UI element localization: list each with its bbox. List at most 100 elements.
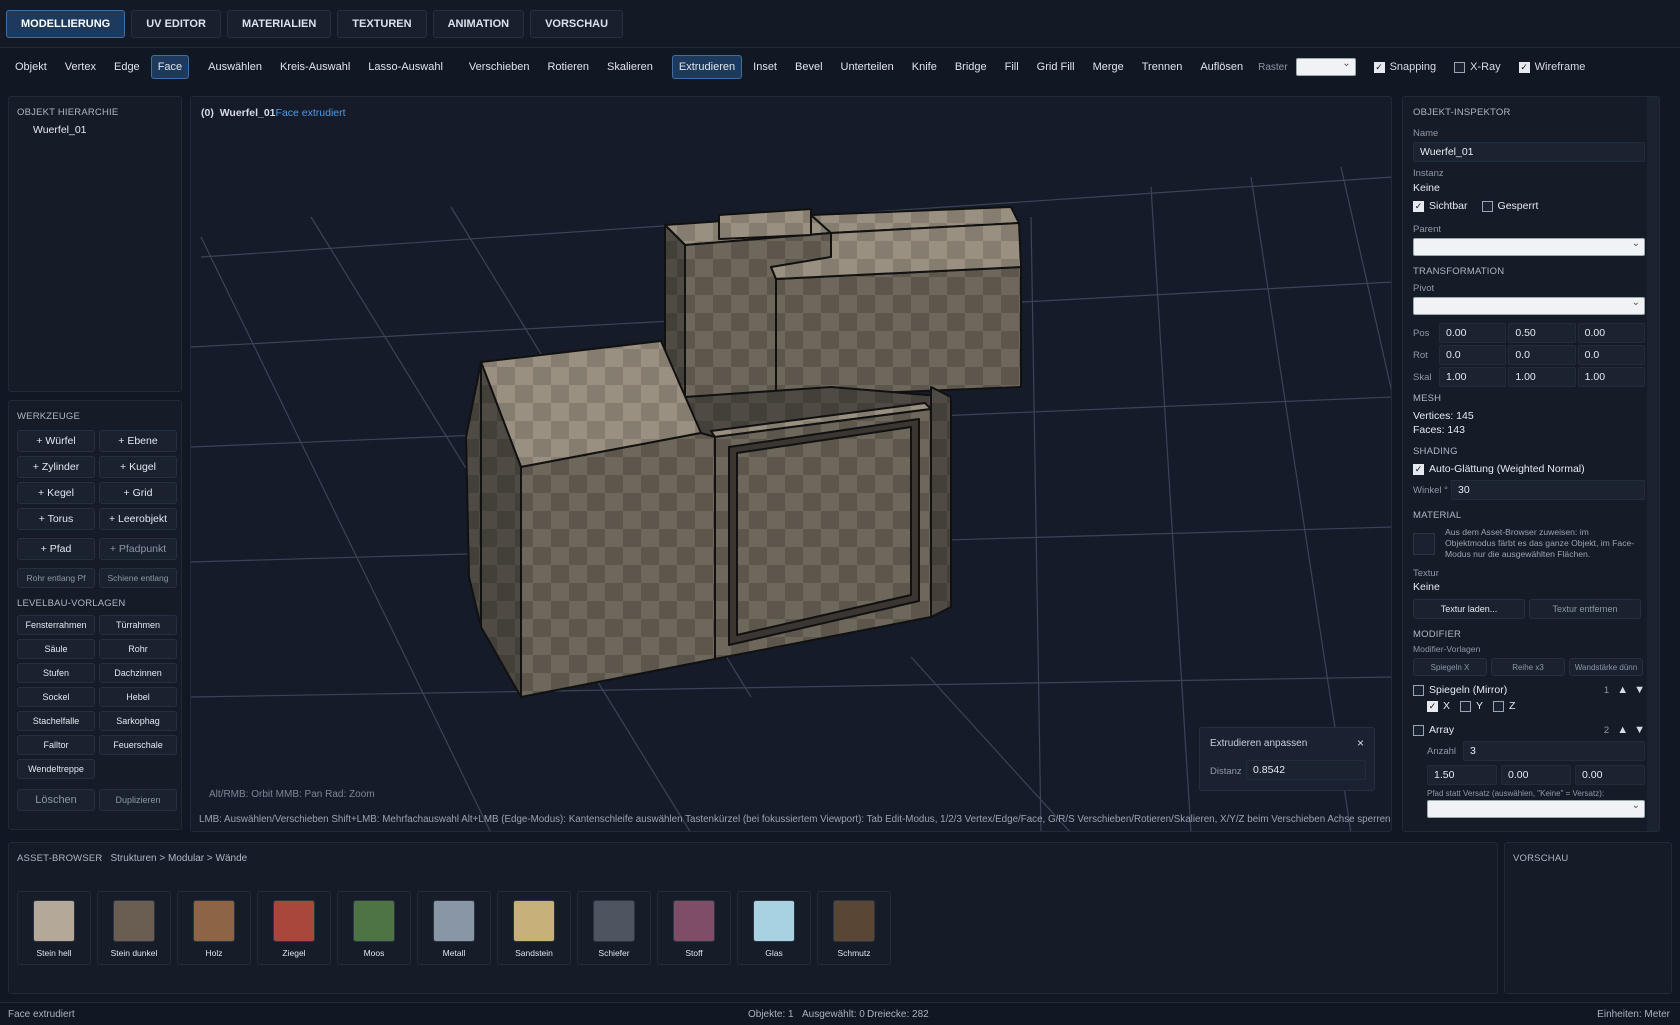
distance-input[interactable]: 0.8542 (1246, 760, 1366, 780)
asset-item[interactable]: Metall (417, 891, 491, 965)
tool-skalieren[interactable]: Skalieren (600, 55, 660, 79)
tool-kreis-auswahl[interactable]: Kreis-Auswahl (273, 55, 357, 79)
tool-fill[interactable]: Fill (998, 55, 1026, 79)
level-template-button[interactable]: Säule (17, 639, 95, 659)
asset-item[interactable]: Moos (337, 891, 411, 965)
pos-y-input[interactable]: 0.50 (1508, 323, 1576, 343)
pivot-select[interactable] (1413, 297, 1645, 315)
angle-input[interactable]: 30 (1451, 480, 1645, 500)
tab-materialien[interactable]: MATERIALIEN (226, 9, 332, 38)
asset-item[interactable]: Stein dunkel (97, 891, 171, 965)
tool-button[interactable]: + Leerobjekt (99, 508, 177, 530)
close-icon[interactable]: × (1357, 736, 1364, 750)
name-input[interactable]: Wuerfel_01 (1413, 142, 1645, 162)
delete-button[interactable]: Löschen (17, 789, 95, 811)
tool-auflösen[interactable]: Auflösen (1193, 55, 1250, 79)
tool-verschieben[interactable]: Verschieben (462, 55, 537, 79)
tool-edge[interactable]: Edge (107, 55, 147, 79)
tool-button[interactable]: + Kugel (99, 456, 177, 478)
inspector-scrollbar[interactable] (1647, 97, 1659, 831)
asset-breadcrumb[interactable]: Strukturen > Modular > Wände (110, 853, 247, 864)
mirror-z-checkbox[interactable] (1493, 700, 1505, 712)
mirror-x-checkbox[interactable]: ✓ (1427, 700, 1438, 712)
tool-grid-fill[interactable]: Grid Fill (1030, 55, 1082, 79)
move-down-icon[interactable]: ▼ (1634, 684, 1645, 696)
rot-y-input[interactable]: 0.0 (1508, 345, 1576, 365)
level-template-button[interactable]: Sarkophag (99, 711, 177, 731)
pos-x-input[interactable]: 0.00 (1439, 323, 1507, 343)
level-template-button[interactable]: Wendeltreppe (17, 759, 95, 779)
level-template-button[interactable]: Stufen (17, 663, 95, 683)
tool-inset[interactable]: Inset (746, 55, 784, 79)
asset-item[interactable]: Schmutz (817, 891, 891, 965)
3d-viewport[interactable]: (0) Wuerfel_01Face extrudiert Alt/RMB: O… (190, 96, 1392, 832)
asset-item[interactable]: Glas (737, 891, 811, 965)
move-up-icon[interactable]: ▲ (1617, 724, 1628, 736)
tab-uv-editor[interactable]: UV EDITOR (131, 9, 221, 38)
modifier-template-button[interactable]: Spiegeln X (1413, 658, 1487, 676)
tool-unterteilen[interactable]: Unterteilen (834, 55, 901, 79)
level-template-button[interactable]: Falltor (17, 735, 95, 755)
autosmooth-checkbox[interactable]: ✓ (1413, 463, 1424, 475)
duplicate-button[interactable]: Duplizieren (99, 789, 177, 811)
tool-button[interactable]: Schiene entlang (99, 568, 177, 588)
level-template-button[interactable]: Türrahmen (99, 615, 177, 635)
array-checkbox[interactable] (1413, 724, 1424, 736)
tool-button[interactable]: + Pfadpunkt (99, 538, 177, 560)
modifier-template-button[interactable]: Reihe x3 (1491, 658, 1565, 676)
tool-bridge[interactable]: Bridge (948, 55, 994, 79)
scale-x-input[interactable]: 1.00 (1439, 367, 1507, 387)
hierarchy-item-wuerfel[interactable]: Wuerfel_01 (33, 124, 87, 136)
rot-z-input[interactable]: 0.0 (1577, 345, 1645, 365)
snapping-checkbox[interactable]: ✓ (1373, 61, 1385, 73)
asset-item[interactable]: Stein hell (17, 891, 91, 965)
tool-button[interactable]: + Würfel (17, 430, 95, 452)
asset-item[interactable]: Stoff (657, 891, 731, 965)
tool-button[interactable]: + Kegel (17, 482, 95, 504)
tool-lasso-auswahl[interactable]: Lasso-Auswahl (361, 55, 450, 79)
tool-extrudieren[interactable]: Extrudieren (671, 55, 743, 79)
pos-z-input[interactable]: 0.00 (1577, 323, 1645, 343)
material-slot[interactable] (1413, 533, 1435, 555)
raster-select[interactable] (1295, 58, 1356, 76)
tool-button[interactable]: + Grid (99, 482, 177, 504)
level-template-button[interactable]: Hebel (99, 687, 177, 707)
remove-texture-button[interactable]: Textur entfernen (1529, 599, 1641, 619)
tool-button[interactable]: + Zylinder (17, 456, 95, 478)
tool-button[interactable]: + Ebene (99, 430, 177, 452)
xray-checkbox[interactable] (1454, 61, 1466, 73)
level-template-button[interactable]: Rohr (99, 639, 177, 659)
offset-x-input[interactable]: 1.50 (1427, 765, 1497, 785)
tool-bevel[interactable]: Bevel (788, 55, 830, 79)
tool-face[interactable]: Face (150, 55, 190, 79)
tool-objekt[interactable]: Objekt (8, 55, 54, 79)
tab-vorschau[interactable]: VORSCHAU (530, 9, 624, 38)
level-template-button[interactable]: Dachzinnen (99, 663, 177, 683)
scale-z-input[interactable]: 1.00 (1577, 367, 1645, 387)
tool-rotieren[interactable]: Rotieren (540, 55, 596, 79)
wireframe-checkbox[interactable]: ✓ (1518, 61, 1530, 73)
asset-item[interactable]: Schiefer (577, 891, 651, 965)
locked-checkbox[interactable] (1481, 200, 1493, 212)
tool-trennen[interactable]: Trennen (1135, 55, 1190, 79)
asset-item[interactable]: Holz (177, 891, 251, 965)
tool-knife[interactable]: Knife (905, 55, 944, 79)
offset-y-input[interactable]: 0.00 (1501, 765, 1571, 785)
asset-item[interactable]: Sandstein (497, 891, 571, 965)
tool-button[interactable]: + Pfad (17, 538, 95, 560)
move-down-icon[interactable]: ▼ (1634, 724, 1645, 736)
tab-texturen[interactable]: TEXTUREN (337, 9, 427, 38)
tool-button[interactable]: + Torus (17, 508, 95, 530)
level-template-button[interactable]: Stachelfalle (17, 711, 95, 731)
level-template-button[interactable]: Fensterrahmen (17, 615, 95, 635)
tab-animation[interactable]: ANIMATION (432, 9, 525, 38)
xray-toggle[interactable]: X-Ray (1454, 61, 1501, 73)
offset-z-input[interactable]: 0.00 (1575, 765, 1645, 785)
move-up-icon[interactable]: ▲ (1617, 684, 1628, 696)
path-select[interactable] (1427, 800, 1645, 818)
mirror-y-checkbox[interactable] (1460, 700, 1472, 712)
visible-checkbox[interactable]: ✓ (1413, 200, 1424, 212)
tool-auswählen[interactable]: Auswählen (201, 55, 269, 79)
snapping-toggle[interactable]: ✓ Snapping (1373, 61, 1436, 73)
parent-select[interactable] (1413, 238, 1645, 256)
